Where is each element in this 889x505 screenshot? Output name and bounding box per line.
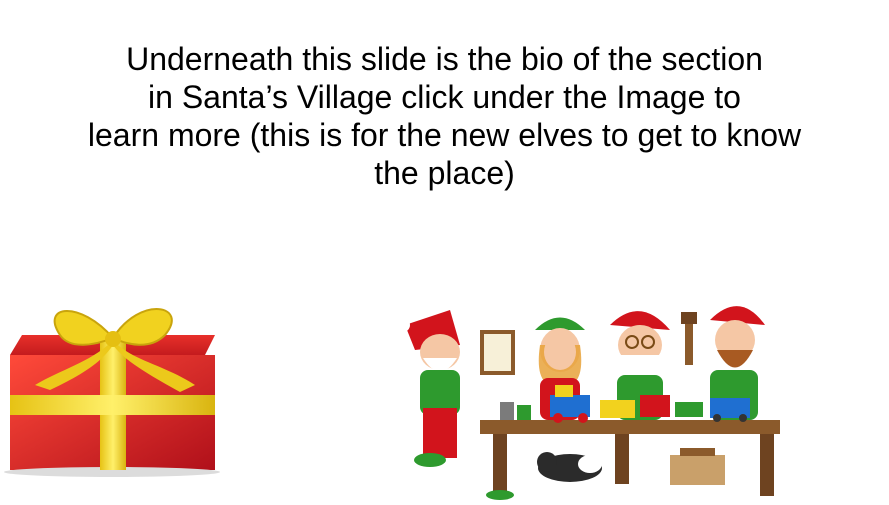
gift-box-icon[interactable] bbox=[0, 290, 230, 480]
slide-text-line-4: the place) bbox=[374, 155, 515, 191]
slide-text-line-3: learn more (this is for the new elves to… bbox=[87, 117, 802, 153]
slide: Underneath this slide is the bio of the … bbox=[0, 0, 889, 500]
elves-workshop-illustration[interactable] bbox=[385, 290, 785, 500]
slide-text-line-2: in Santa’s Village click under the Image… bbox=[148, 79, 741, 115]
slide-text: Underneath this slide is the bio of the … bbox=[20, 40, 869, 192]
slide-text-line-1: Underneath this slide is the bio of the … bbox=[126, 41, 763, 77]
